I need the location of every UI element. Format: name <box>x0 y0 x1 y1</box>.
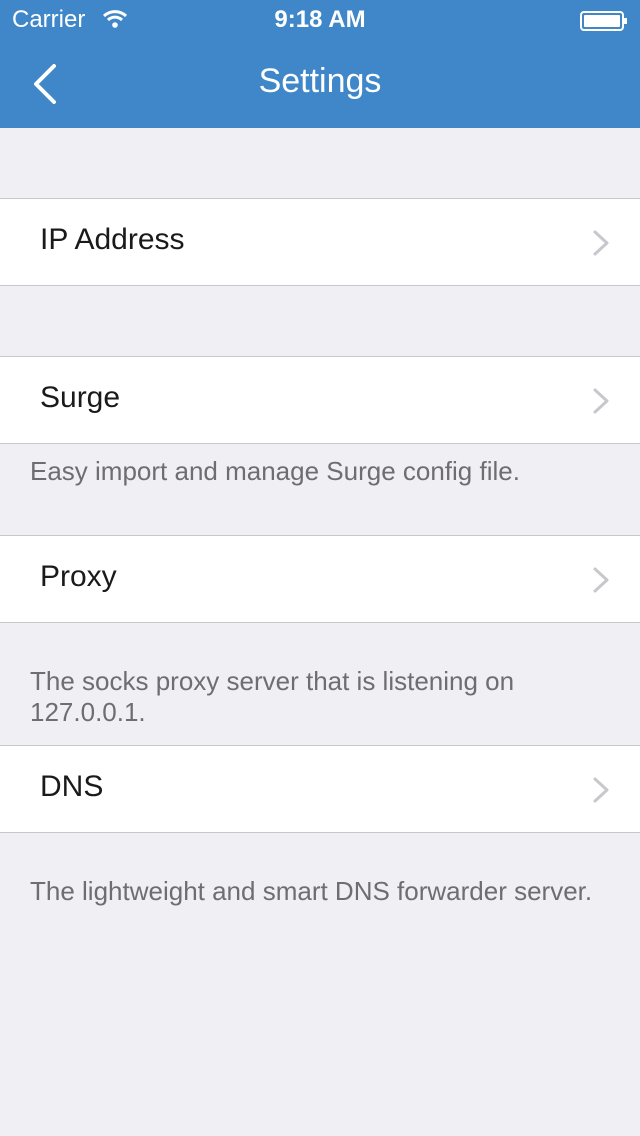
dns-footer: The lightweight and smart DNS forwarder … <box>30 876 593 906</box>
chevron-right-icon <box>593 230 609 256</box>
surge-footer: Easy import and manage Surge config file… <box>30 456 520 486</box>
chevron-right-icon <box>593 567 609 593</box>
cell-label: Proxy <box>40 560 117 593</box>
surge-cell[interactable]: Surge <box>0 356 640 444</box>
page-title: Settings <box>258 62 382 100</box>
cell-label: IP Address <box>40 223 185 256</box>
dns-cell[interactable]: DNS <box>0 745 640 833</box>
status-time: 9:18 AM <box>274 6 366 33</box>
proxy-footer: The socks proxy server that is listening… <box>30 666 515 727</box>
navigation-bar: Carrier 9:18 AM Settings <box>0 0 640 128</box>
cell-label: Surge <box>40 381 121 414</box>
status-bar: Carrier 9:18 AM <box>0 0 640 40</box>
chevron-right-icon <box>593 388 609 414</box>
proxy-cell[interactable]: Proxy <box>0 535 640 623</box>
chevron-right-icon <box>593 777 609 803</box>
cell-label: DNS <box>40 770 104 803</box>
battery-icon <box>580 11 627 31</box>
ip-address-cell[interactable]: IP Address <box>0 198 640 286</box>
